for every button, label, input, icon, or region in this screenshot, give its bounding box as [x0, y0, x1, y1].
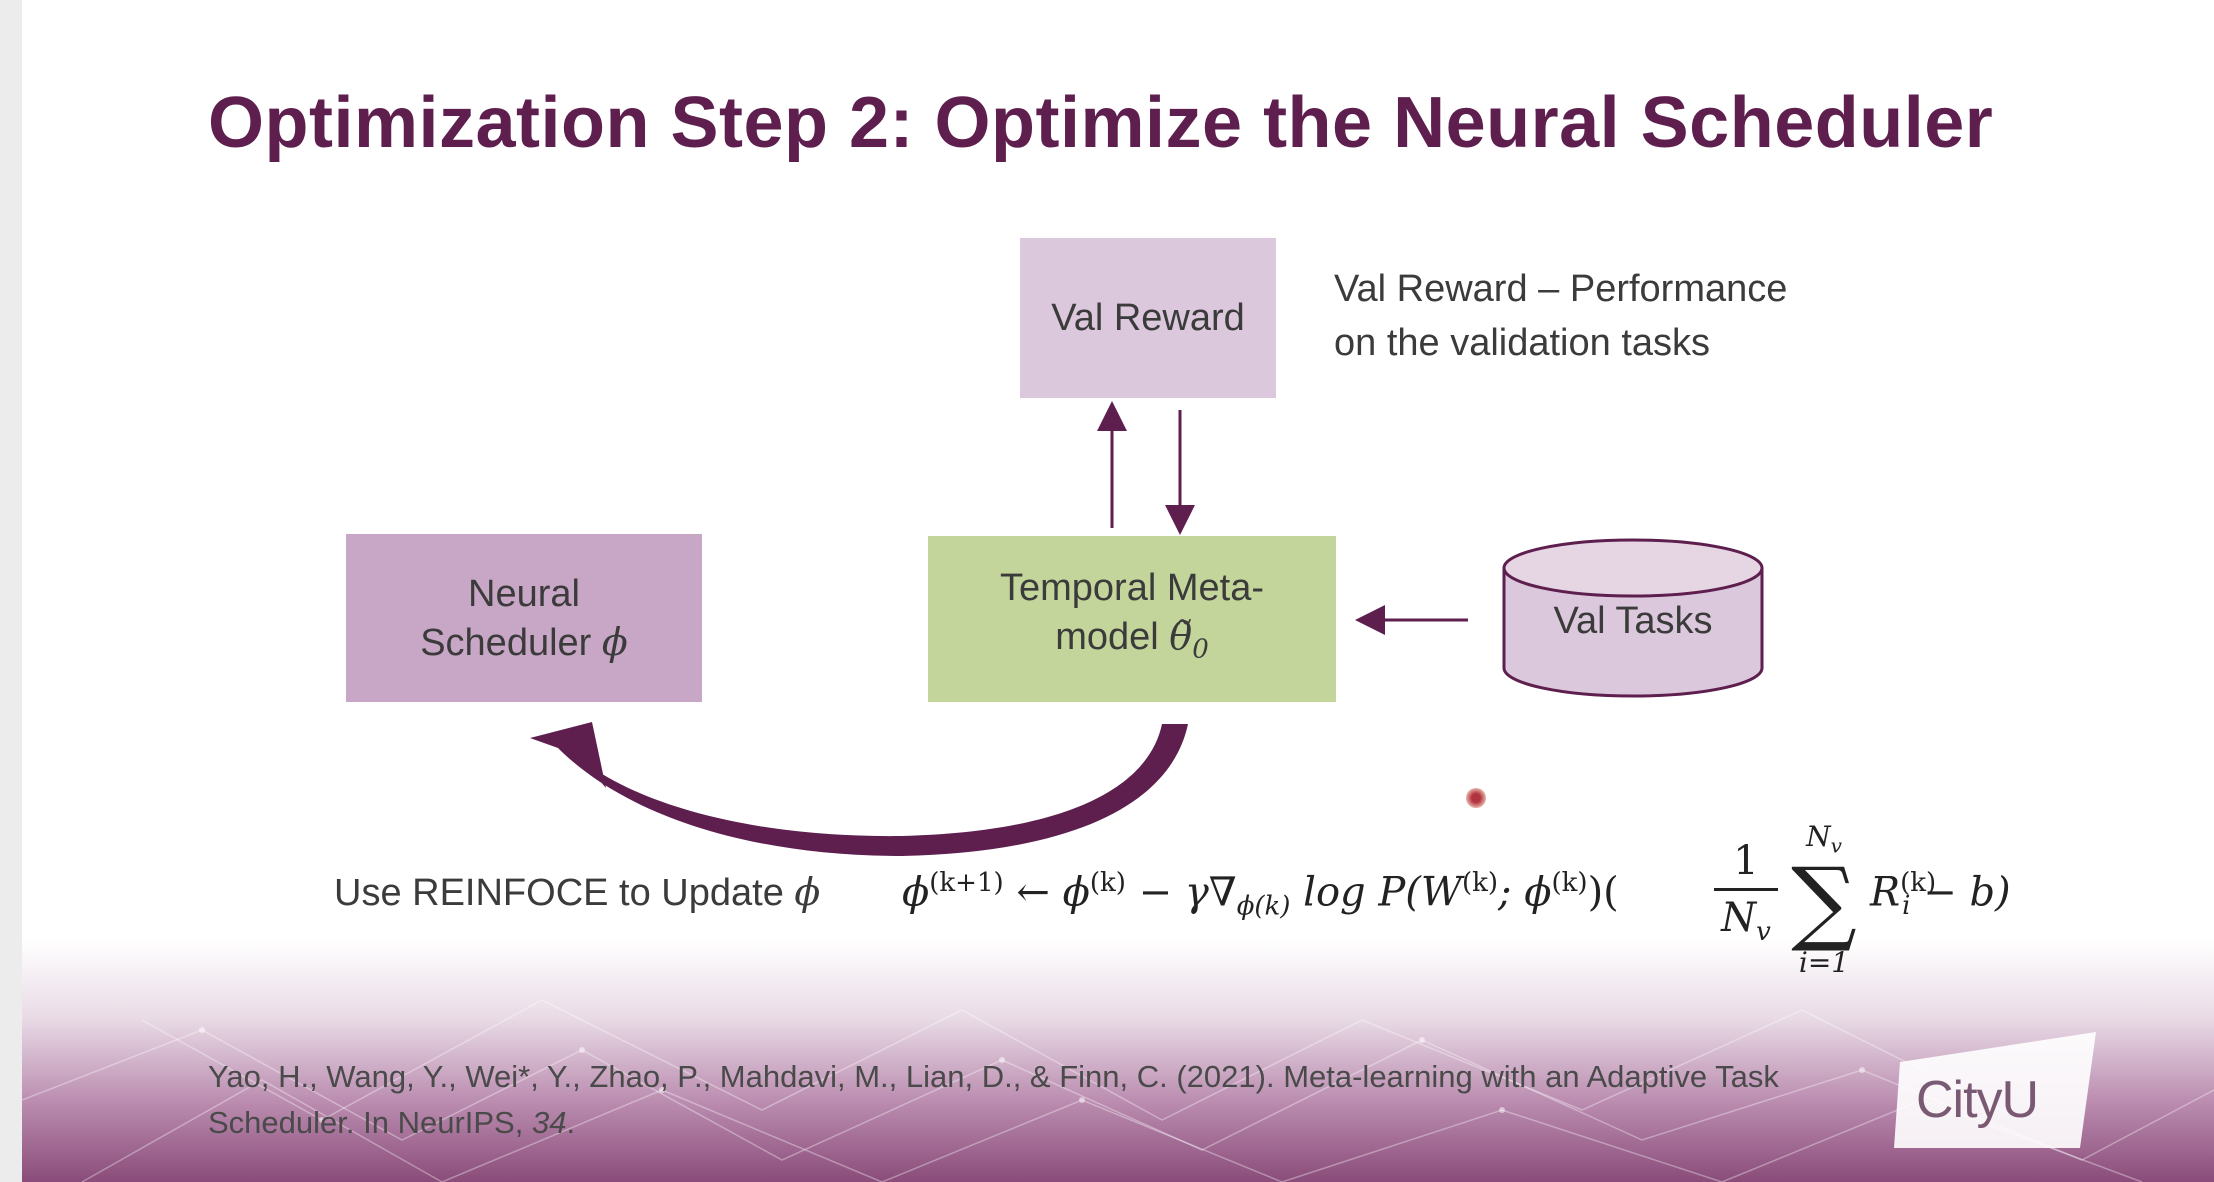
- temporal-label-line-1: Temporal Meta-: [1000, 567, 1264, 610]
- fraction-denominator: N: [1721, 895, 1757, 941]
- formula-minus-b: − b): [1910, 869, 2011, 916]
- update-formula: ϕ(k+1) ← ϕ(k) − γ∇ϕ(k) log P(W(k); ϕ(k))…: [902, 820, 2072, 990]
- fraction-den-sub: v: [1756, 917, 1771, 947]
- theta-subscript: 0: [1192, 634, 1209, 665]
- neural-label-line-1: Neural: [468, 572, 580, 615]
- formula-r-sub: i: [1902, 891, 1911, 922]
- phi-symbol: ϕ: [601, 619, 628, 664]
- formula-main: ϕ(k+1) ← ϕ(k) − γ∇ϕ(k) log P(W(k); ϕ(k))…: [902, 868, 1619, 921]
- slide-title: Optimization Step 2: Optimize the Neural…: [208, 83, 1994, 163]
- formula-tail: R(k)i − b): [1870, 868, 2011, 921]
- formula-log: log P(W: [1290, 869, 1462, 916]
- formula-gamma: − γ∇: [1125, 869, 1237, 916]
- cityu-logo-text: CityU: [1916, 1071, 2039, 1129]
- sum-symbol: ∑: [1791, 847, 1857, 955]
- annotation-line-1: Val Reward – Performance: [1334, 268, 1788, 310]
- temporal-label-line-2: model: [1055, 616, 1170, 659]
- citation-volume: 34: [531, 1105, 567, 1140]
- formula-paren: )(: [1587, 869, 1619, 916]
- val-reward-label: Val Reward: [1051, 297, 1245, 339]
- formula-fraction: 1 Nv: [1714, 838, 1778, 947]
- citation-line-1: Yao, H., Wang, Y., Wei*, Y., Zhao, P., M…: [208, 1059, 1779, 1094]
- slide: Optimization Step 2: Optimize the Neural…: [22, 0, 2214, 1182]
- laser-pointer-dot: [1466, 788, 1486, 808]
- formula-phi-sup: (k): [1089, 868, 1126, 898]
- formula-arrow: ← ϕ: [1003, 869, 1090, 916]
- neural-label-line-2: Scheduler: [420, 621, 602, 664]
- formula-sum: Nv ∑ i=1: [1784, 820, 1864, 979]
- temporal-meta-model-box: Temporal Meta- model θ̃0: [928, 536, 1336, 702]
- val-reward-box: Val Reward: [1020, 238, 1276, 398]
- window-edge: [0, 0, 23, 1182]
- formula-semi-phi: ; ϕ: [1498, 869, 1552, 916]
- val-reward-annotation: Val Reward – Performance on the validati…: [1334, 262, 1874, 370]
- reinforce-label: Use REINFOCE to Update ϕ: [334, 870, 820, 915]
- citation-line-2: Scheduler. In NeurIPS,: [208, 1105, 532, 1140]
- formula-r: R: [1870, 869, 1901, 916]
- formula-semi-phi-sup: (k): [1551, 868, 1588, 898]
- citation: Yao, H., Wang, Y., Wei*, Y., Zhao, P., M…: [208, 1054, 1928, 1146]
- formula-lhs-sup: (k+1): [929, 868, 1004, 898]
- neural-scheduler-box: Neural Scheduler ϕ: [346, 534, 702, 702]
- annotation-line-2: on the validation tasks: [1334, 322, 1711, 364]
- formula-w-sup: (k): [1462, 868, 1499, 898]
- reinforce-phi: ϕ: [794, 870, 821, 914]
- val-tasks-label: Val Tasks: [1553, 600, 1713, 642]
- formula-lhs: ϕ: [902, 869, 930, 916]
- formula-grad-sub: ϕ(k): [1236, 891, 1291, 922]
- reinforce-text: Use REINFOCE to Update: [334, 872, 795, 914]
- theta-symbol: θ̃: [1169, 614, 1193, 659]
- citation-end: .: [566, 1105, 576, 1140]
- fraction-numerator: 1: [1733, 838, 1759, 884]
